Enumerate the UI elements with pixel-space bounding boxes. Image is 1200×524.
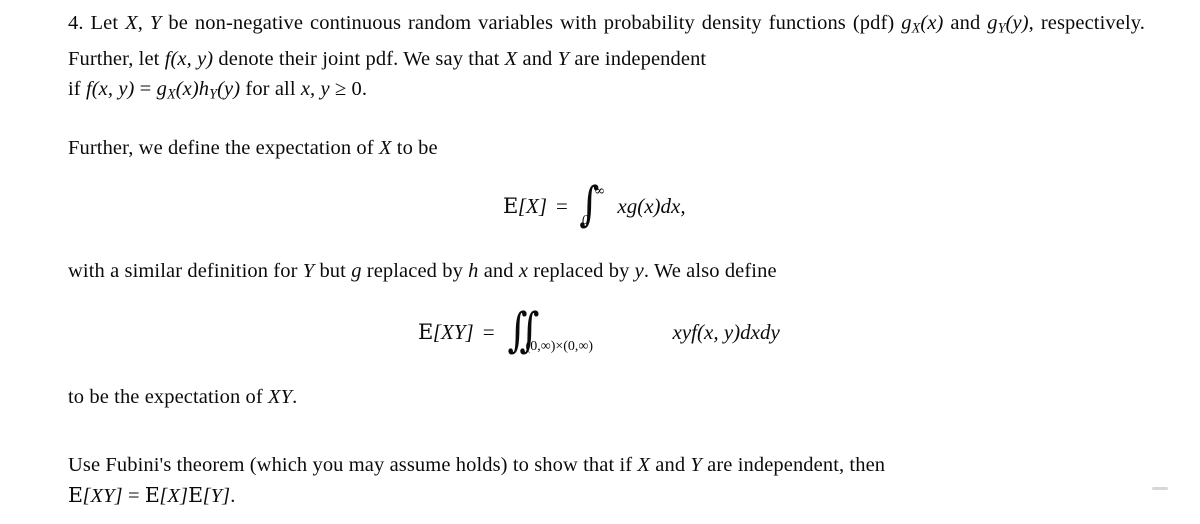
math-hY: h <box>198 77 210 100</box>
fubini-text-1: Use Fubini's theorem (which you may assu… <box>68 454 638 476</box>
math-function-g: g <box>351 260 362 282</box>
math-variable-Y-3: Y <box>302 260 315 282</box>
problem-text-3b: for all <box>240 77 301 100</box>
paragraph-further-definition: Further, we define the expectation of X … <box>68 133 968 163</box>
geq-zero: ≥ 0. <box>329 77 368 100</box>
conclusion-period: . <box>230 485 236 507</box>
conclusion-lhs-arg: [XY] <box>82 485 123 507</box>
paragraph-to-be-expectation: to be the expectation of XY. <box>68 382 768 412</box>
similar-text-c: replaced by <box>361 260 469 282</box>
math-function-h: h <box>468 260 479 282</box>
integral-with-limits: ∫ ∞ 0 <box>577 181 606 227</box>
math-gX-2-argument: (x) <box>175 77 199 100</box>
fubini-text-end: are independent, then <box>701 454 886 476</box>
problem-text-2d: and <box>517 47 558 70</box>
fubini-line-1: Use Fubini's theorem (which you may assu… <box>68 454 885 476</box>
scan-artifact <box>1152 487 1168 490</box>
problem-text-2c: denote their joint pdf. We say that <box>213 47 505 70</box>
equation-expectation-of-XY: E [XY] = ∫∫ (0,∞)×(0,∞) xyf(x, y)dxdy <box>418 307 780 354</box>
blackboard-E-5: E <box>188 483 203 507</box>
problem-line-1: 4. Let X, Y be non-negative continuous r… <box>68 12 944 37</box>
conclusion-rhs-arg-1: [X] <box>159 485 189 507</box>
double-integral-with-domain: ∫∫ (0,∞)×(0,∞) <box>504 307 593 354</box>
math-gX-2: g <box>156 77 167 100</box>
tobe-text-a: to be the expectation of <box>68 386 269 408</box>
further-text-a: Further, we define the expectation of <box>68 137 379 159</box>
math-variable-Y-2: Y <box>557 47 570 70</box>
math-f-xy: f(x, y) <box>85 77 135 100</box>
math-gY-argument: (y) <box>1005 12 1029 34</box>
fubini-conclusion-equation: E[XY] = E[X]E[Y]. <box>68 480 1145 511</box>
equation-lhs-argument-2: [XY] <box>432 319 474 344</box>
problem-text-2a: and <box>950 12 988 34</box>
blackboard-E-4: E <box>144 483 160 507</box>
blackboard-E-3: E <box>68 483 83 507</box>
integral-lower-limit: 0 <box>581 212 589 227</box>
integrand-expression-1: xg(x)dx, <box>617 193 686 218</box>
math-xy-vars: x, y <box>300 77 330 100</box>
similar-text-b: but <box>314 260 352 282</box>
math-XY-product: XY <box>268 386 293 408</box>
math-variable-X-3: X <box>378 137 392 159</box>
integrand-expression-2: xyf(x, y)dxdy <box>672 319 780 344</box>
tobe-text-b: . <box>292 386 298 408</box>
similar-text-d: and <box>478 260 519 282</box>
math-variable-X-2: X <box>504 47 518 70</box>
equation-lhs-argument-1: [X] <box>517 193 548 218</box>
problem-text-1a: 4. Let <box>68 12 126 34</box>
math-variable-y: y <box>634 260 644 282</box>
math-variable-X-4: X <box>637 454 651 476</box>
conclusion-rhs-arg-2: [Y] <box>202 485 231 507</box>
math-variable-Y: Y <box>149 12 162 34</box>
equation-expectation-of-X: E [X] = ∫ ∞ 0 xg(x)dx, <box>503 181 686 227</box>
equals-sign-conclusion: = <box>122 485 145 507</box>
further-text-b: to be <box>391 137 438 159</box>
math-variable-x: x <box>518 260 529 282</box>
math-gY: g <box>987 12 998 34</box>
equals-sign-1: = <box>134 77 157 100</box>
math-gY-subscript: Y <box>997 20 1006 37</box>
math-hY-argument: (y) <box>217 77 241 100</box>
equals-sign-eq1: = <box>556 193 568 218</box>
math-hY-subscript: Y <box>209 86 218 103</box>
integral-upper-limit: ∞ <box>593 183 606 199</box>
problem-line-3: if f(x, y) = gX(x)hY(y) for all x, y ≥ 0… <box>68 74 1145 110</box>
math-variable-Y-4: Y <box>690 454 702 476</box>
fubini-and: and <box>650 454 691 476</box>
blackboard-E-2: E <box>418 320 433 344</box>
similar-text-f: . We also define <box>643 260 777 282</box>
math-variable-X: X <box>125 12 138 34</box>
document-page: 4. Let X, Y be non-negative continuous r… <box>0 0 1200 524</box>
equals-sign-eq2: = <box>482 319 495 344</box>
paragraph-problem-statement: 4. Let X, Y be non-negative continuous r… <box>68 8 1145 109</box>
integration-domain: (0,∞)×(0,∞) <box>525 339 594 354</box>
blackboard-E-1: E <box>503 194 518 218</box>
math-joint-pdf-f: f(x, y) <box>164 47 214 70</box>
paragraph-fubini-task: Use Fubini's theorem (which you may assu… <box>68 450 1145 511</box>
problem-text-1b: be non-negative continuous random variab… <box>161 12 902 34</box>
problem-text-3a: if <box>68 77 86 100</box>
similar-text-a: with a similar definition for <box>68 260 303 282</box>
comma-separator: , <box>137 12 150 34</box>
problem-text-2e: are independent <box>569 47 707 70</box>
similar-text-e: replaced by <box>528 260 635 282</box>
paragraph-similar-definition: with a similar definition for Y but g re… <box>68 256 968 286</box>
math-gX-2-subscript: X <box>166 86 176 103</box>
math-gX-argument: (x) <box>920 12 944 34</box>
math-gX: g <box>901 12 912 34</box>
